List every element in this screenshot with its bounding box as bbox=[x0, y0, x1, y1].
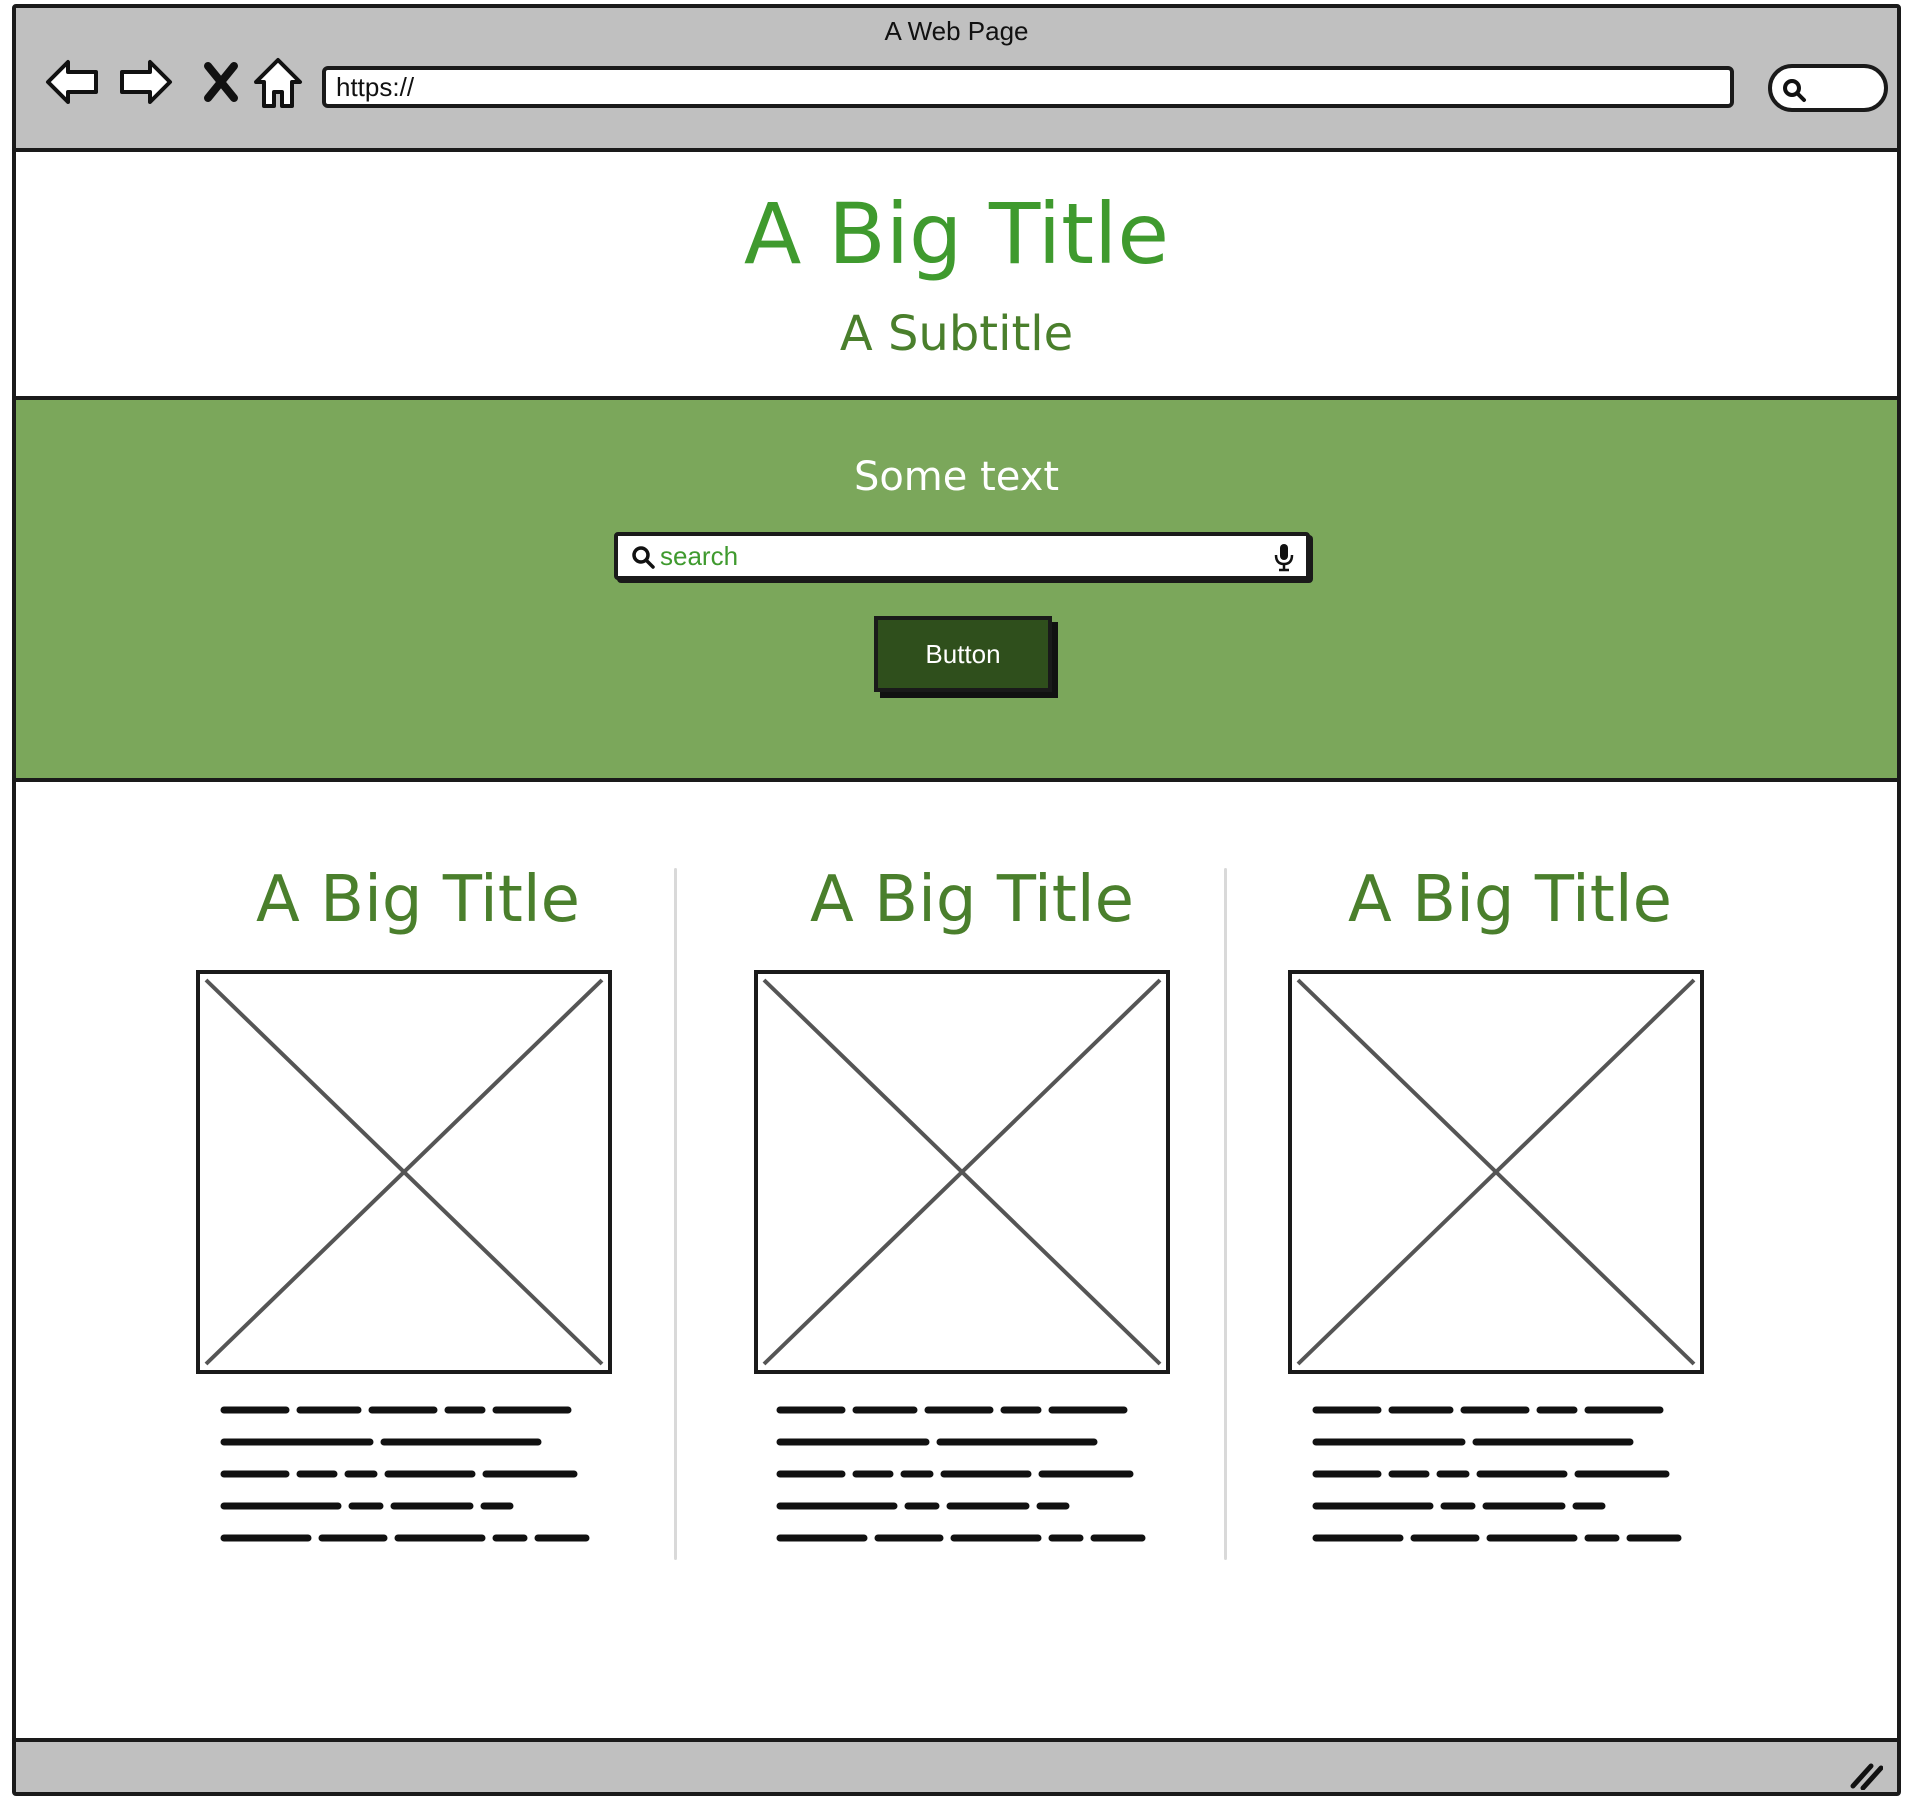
url-text: https:// bbox=[336, 72, 415, 102]
back-icon[interactable] bbox=[42, 52, 102, 112]
band-text: Some text bbox=[853, 454, 1060, 500]
column-divider bbox=[674, 868, 677, 1560]
image-placeholder bbox=[754, 970, 1170, 1374]
column-title: A Big Title bbox=[1348, 863, 1672, 937]
scribble-text-block bbox=[1312, 1402, 1682, 1556]
hero-band: Some text search Button bbox=[16, 396, 1897, 782]
image-placeholder bbox=[196, 970, 612, 1374]
column-title: A Big Title bbox=[810, 863, 1134, 937]
search-icon bbox=[1783, 79, 1806, 102]
column-divider bbox=[1224, 868, 1227, 1560]
home-icon[interactable] bbox=[248, 52, 308, 112]
browser-search-field[interactable] bbox=[1768, 64, 1888, 112]
image-placeholder bbox=[1288, 970, 1704, 1374]
page-title: A Big Title bbox=[743, 185, 1170, 283]
resize-grip-icon[interactable] bbox=[1849, 1760, 1883, 1790]
search-placeholder: search bbox=[660, 541, 739, 571]
status-bar bbox=[16, 1738, 1897, 1792]
stop-icon[interactable] bbox=[192, 52, 252, 112]
page-subtitle: A Subtitle bbox=[839, 306, 1074, 362]
search-icon bbox=[632, 546, 655, 569]
column-title: A Big Title bbox=[256, 863, 580, 937]
search-input[interactable]: search bbox=[614, 532, 1310, 580]
scribble-text-block bbox=[220, 1402, 590, 1556]
browser-window: A Web Page https:// A Big Title A Subtit… bbox=[12, 4, 1901, 1796]
window-title: A Web Page bbox=[884, 16, 1029, 46]
url-bar[interactable]: https:// bbox=[322, 66, 1734, 108]
scribble-text-block bbox=[776, 1402, 1146, 1556]
primary-button[interactable]: Button bbox=[874, 616, 1052, 692]
browser-toolbar: A Web Page https:// bbox=[16, 8, 1897, 152]
forward-icon[interactable] bbox=[116, 52, 176, 112]
microphone-icon[interactable] bbox=[1272, 542, 1296, 572]
